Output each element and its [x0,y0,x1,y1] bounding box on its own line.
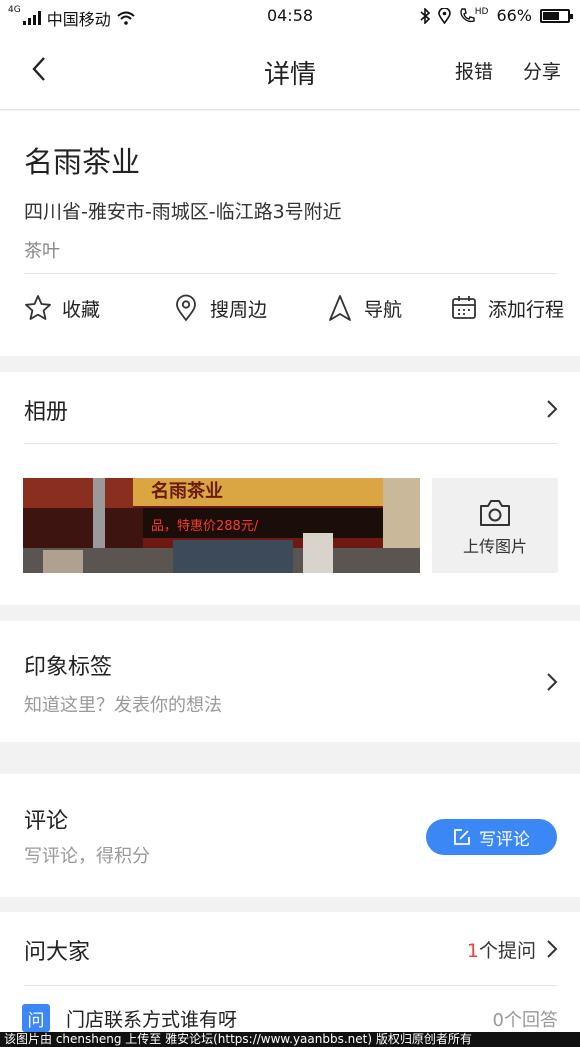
watermark: 该图片由 chensheng 上传至 雅安论坛(https://www.yaan… [0,1032,580,1047]
bluetooth-icon [420,7,430,24]
ask-title[interactable]: 问大家 [24,934,90,966]
add-itinerary-button[interactable]: 添加行程 [450,294,564,322]
action-bar: 收藏 搜周边 导航 添加行程 [0,294,580,338]
calendar-icon [452,296,476,319]
upload-photo-label: 上传图片 [462,537,527,556]
chevron-right-icon[interactable] [544,938,560,960]
favorite-label: 收藏 [62,298,101,321]
comments-subtitle: 写评论，得积分 [24,846,150,867]
navigate-label: 导航 [364,298,403,321]
share-button[interactable]: 分享 [523,57,561,84]
navigation-arrow-icon [329,295,351,321]
upload-photo-button[interactable]: 上传图片 [432,478,558,573]
chevron-right-icon[interactable] [544,398,560,420]
place-name: 名雨茶业 [24,145,141,179]
star-icon [25,295,51,320]
place-address[interactable]: 四川省-雅安市-雨城区-临江路3号附近 [24,197,342,224]
favorite-button[interactable]: 收藏 [24,294,100,322]
place-info-card: 名雨茶业 四川省-雅安市-雨城区-临江路3号附近 茶叶 收藏 搜周边 导航 添加… [0,111,580,356]
camera-icon [480,500,510,526]
battery-level [543,11,559,20]
photo-sign-text: 名雨茶业 [151,480,223,502]
album-title[interactable]: 相册 [24,394,68,426]
tags-subtitle: 知道这里？发表你的想法 [24,695,222,716]
report-error-button[interactable]: 报错 [455,57,493,84]
album-card: 相册 名雨茶业 品，特惠价288元/ 上传图片 [0,372,580,605]
album-photo[interactable]: 名雨茶业 品，特惠价288元/ [23,478,420,573]
question-badge: 问 [22,1004,50,1032]
storefront-photo: 名雨茶业 品，特惠价288元/ [23,478,420,573]
comments-card: 评论 写评论，得积分 写评论 [0,774,580,897]
chevron-right-icon[interactable] [544,671,560,693]
location-pin-icon [176,294,196,322]
ask-everyone-card: 问大家 1个提问 问 门店联系方式谁有呀 0个回答 [0,912,580,1047]
answer-count: 0个回答 [492,1010,558,1031]
battery-icon [540,8,573,23]
place-category: 茶叶 [24,241,60,262]
nav-bar: 详情 报错 分享 [0,32,580,110]
divider [24,985,558,986]
status-bar: 4G 中国移动 04:58 HD 66% [0,0,580,32]
hd-label: HD [474,6,489,17]
write-comment-label: 写评论 [479,829,530,850]
impression-tags-card[interactable]: 印象标签 知道这里？发表你的想法 [0,621,580,742]
question-count[interactable]: 1个提问 [467,936,536,963]
comments-title: 评论 [24,809,69,834]
divider [24,273,558,274]
battery-percent: 66% [496,6,532,25]
question-count-suffix: 个提问 [478,940,536,962]
tags-title: 印象标签 [24,655,113,680]
question-count-number: 1 [466,940,479,962]
photo-ticker-text: 品，特惠价288元/ [151,519,259,534]
edit-icon [454,829,470,845]
write-comment-button[interactable]: 写评论 [426,819,557,855]
navigate-button[interactable]: 导航 [326,294,402,322]
question-text: 门店联系方式谁有呀 [66,1009,238,1031]
search-nearby-button[interactable]: 搜周边 [172,294,267,322]
search-nearby-label: 搜周边 [210,298,268,321]
divider [24,443,558,444]
add-itinerary-label: 添加行程 [488,298,565,321]
location-icon [437,7,451,24]
hd-call-icon: HD [459,6,489,24]
